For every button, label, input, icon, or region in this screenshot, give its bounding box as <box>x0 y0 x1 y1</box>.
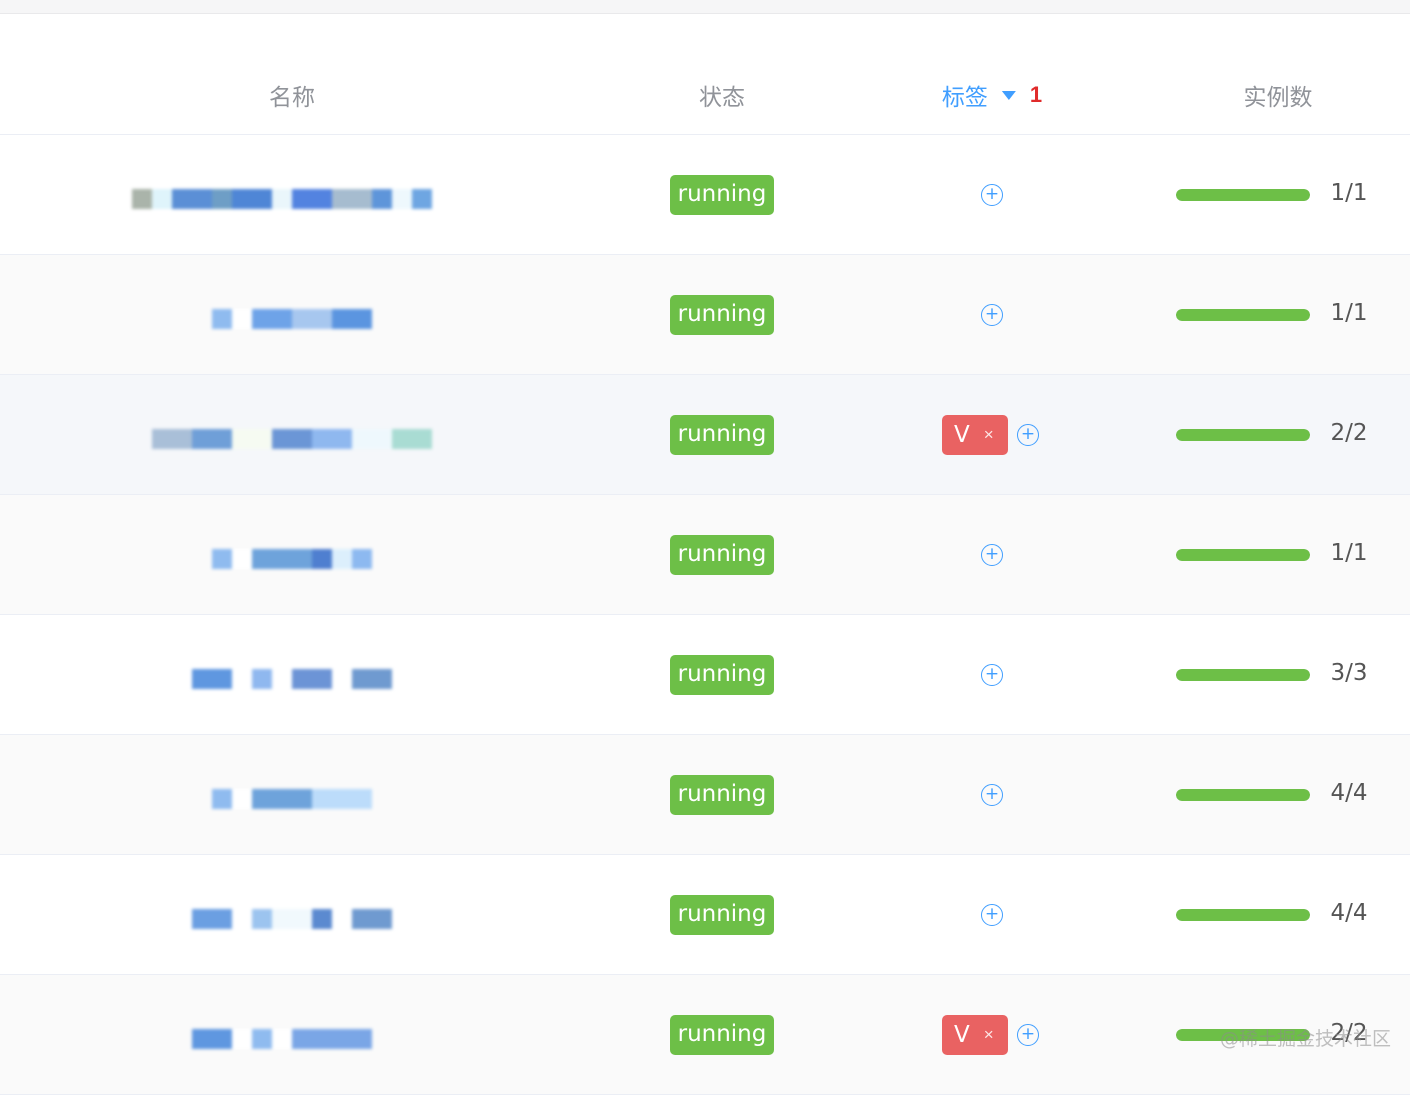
plus-circle-icon[interactable]: + <box>981 544 1003 566</box>
plus-circle-icon[interactable]: + <box>981 184 1003 206</box>
plus-circle-icon[interactable]: + <box>1017 424 1039 446</box>
table-row[interactable]: running V × +2/2 <box>0 375 1410 495</box>
table-header: 名称 状态 标签 1 实例数 <box>0 14 1410 135</box>
instances-progress-bar <box>1176 909 1310 921</box>
instances-count: 2/2 <box>1330 420 1368 446</box>
service-name-redacted[interactable] <box>192 907 392 931</box>
plus-circle-icon[interactable]: + <box>981 904 1003 926</box>
instances-count: 1/1 <box>1330 180 1368 206</box>
services-table: 名称 状态 标签 1 实例数 running +1/1 running +1/1 run… <box>0 14 1410 1095</box>
status-badge: running <box>670 535 774 575</box>
service-name-redacted[interactable] <box>212 547 372 571</box>
tag-chip: V × <box>942 415 1008 455</box>
service-name-redacted[interactable] <box>212 307 372 331</box>
column-header-status[interactable]: 状态 <box>699 78 745 112</box>
status-badge: running <box>670 655 774 695</box>
watermark: @稀土掘金技术社区 <box>1220 1028 1392 1050</box>
instances-count: 4/4 <box>1330 900 1368 926</box>
instances-count: 1/1 <box>1330 540 1368 566</box>
instances-progress-fill <box>1176 309 1310 321</box>
instances-count: 3/3 <box>1330 660 1368 686</box>
tag-label: V <box>954 422 970 448</box>
plus-circle-icon[interactable]: + <box>981 784 1003 806</box>
top-toolbar-strip <box>0 0 1410 14</box>
tag-label: V <box>954 1022 970 1048</box>
plus-circle-icon[interactable]: + <box>1017 1024 1039 1046</box>
table-body: running +1/1 running +1/1 running V × +2/2 runni… <box>0 135 1410 1095</box>
plus-circle-icon[interactable]: + <box>981 304 1003 326</box>
column-header-name[interactable]: 名称 <box>269 78 315 112</box>
instances-progress-bar <box>1176 549 1310 561</box>
status-badge: running <box>670 175 774 215</box>
status-badge: running <box>670 415 774 455</box>
caret-down-icon[interactable] <box>1001 90 1016 100</box>
instances-progress-fill <box>1176 189 1310 201</box>
status-badge: running <box>670 1015 774 1055</box>
close-icon[interactable]: × <box>984 1025 994 1045</box>
instances-progress-bar <box>1176 669 1310 681</box>
table-row[interactable]: running +1/1 <box>0 135 1410 255</box>
service-name-redacted[interactable] <box>192 667 392 691</box>
table-row[interactable]: running +1/1 <box>0 495 1410 615</box>
plus-circle-icon[interactable]: + <box>981 664 1003 686</box>
tag-chip: V × <box>942 1015 1008 1055</box>
status-badge: running <box>670 775 774 815</box>
table-row[interactable]: running +3/3 <box>0 615 1410 735</box>
status-badge: running <box>670 295 774 335</box>
column-header-tags[interactable]: 标签 1 <box>942 78 1042 112</box>
instances-progress-bar <box>1176 189 1310 201</box>
instances-progress-bar <box>1176 309 1310 321</box>
table-row[interactable]: running V × +2/2 <box>0 975 1410 1095</box>
service-name-redacted[interactable] <box>132 187 432 211</box>
service-name-redacted[interactable] <box>152 427 432 451</box>
instances-count: 1/1 <box>1330 300 1368 326</box>
instances-progress-fill <box>1176 909 1310 921</box>
status-badge: running <box>670 895 774 935</box>
instances-progress-fill <box>1176 429 1310 441</box>
instances-count: 4/4 <box>1330 780 1368 806</box>
tag-filter-count: 1 <box>1029 82 1043 107</box>
instances-progress-fill <box>1176 549 1310 561</box>
table-row[interactable]: running +1/1 <box>0 255 1410 375</box>
column-header-tags-label: 标签 <box>941 85 988 111</box>
instances-progress-bar <box>1176 789 1310 801</box>
close-icon[interactable]: × <box>984 425 994 445</box>
table-row[interactable]: running +4/4 <box>0 735 1410 855</box>
service-name-redacted[interactable] <box>192 1027 372 1051</box>
instances-progress-fill <box>1176 669 1310 681</box>
instances-progress-bar <box>1176 429 1310 441</box>
column-header-instances[interactable]: 实例数 <box>1244 78 1313 112</box>
service-name-redacted[interactable] <box>212 787 372 811</box>
table-row[interactable]: running +4/4 <box>0 855 1410 975</box>
instances-progress-fill <box>1176 789 1310 801</box>
